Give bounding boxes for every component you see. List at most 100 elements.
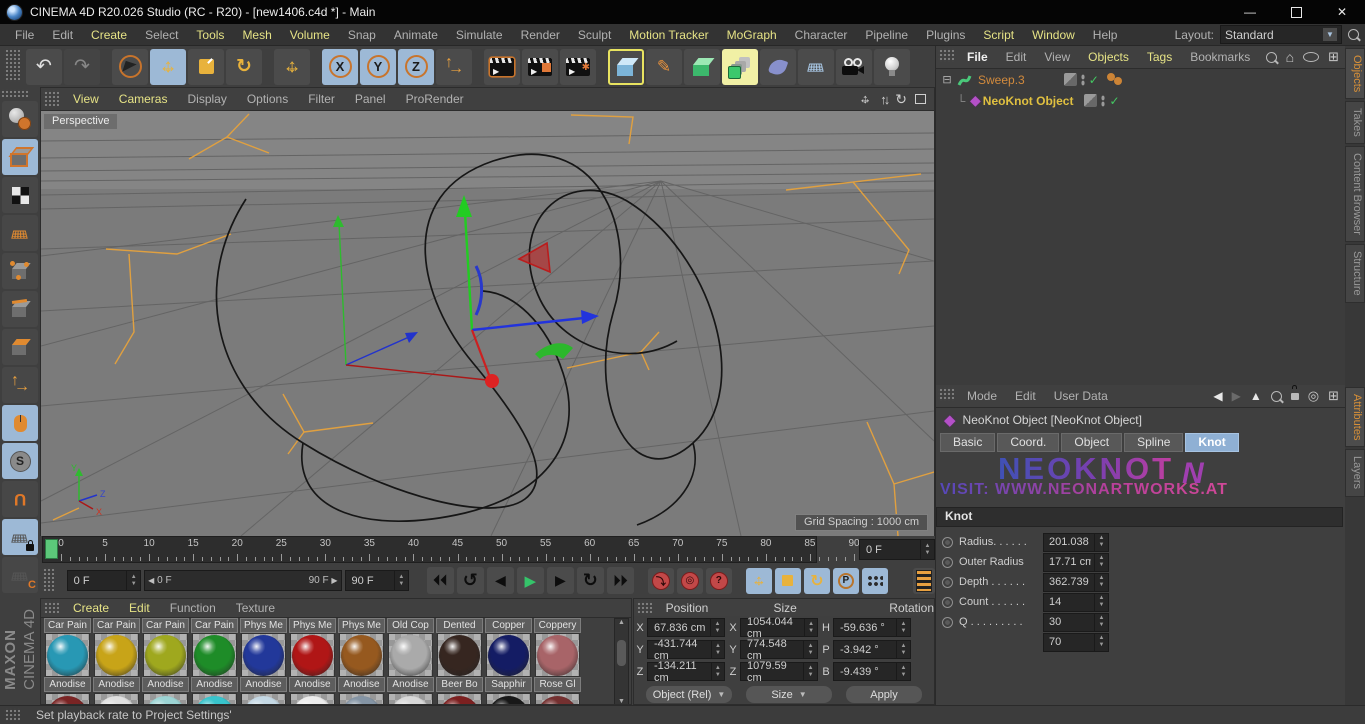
material-thumbnail[interactable] bbox=[241, 693, 286, 705]
menu-item[interactable]: Mesh bbox=[233, 28, 280, 42]
add-camera-button[interactable] bbox=[836, 49, 872, 85]
search-icon[interactable] bbox=[1266, 52, 1277, 63]
object-manager-menu-item[interactable]: Tags bbox=[1138, 50, 1181, 64]
attribute-grip[interactable] bbox=[938, 387, 954, 401]
stepper-icon[interactable]: ▲▼ bbox=[1094, 594, 1108, 611]
viewport-menu-item[interactable]: Display bbox=[177, 92, 236, 106]
keyframe-radio-icon[interactable] bbox=[942, 557, 953, 568]
add-panel-icon[interactable]: ⊞ bbox=[1328, 388, 1339, 404]
material-thumbnail[interactable] bbox=[437, 633, 482, 677]
size-mode-dropdown[interactable]: Size▼ bbox=[746, 686, 832, 703]
history-back-icon[interactable]: ◀ bbox=[1213, 389, 1222, 403]
material-item[interactable]: Car PainAnodise bbox=[43, 618, 92, 692]
play-button[interactable]: ▶ bbox=[517, 567, 544, 594]
viewport-move-icon[interactable]: ↔↕ bbox=[858, 92, 872, 106]
material-menu-item[interactable]: Create bbox=[63, 601, 119, 615]
last-tool[interactable]: ↔↕ bbox=[274, 49, 310, 85]
autokey-button[interactable]: ◎ bbox=[677, 568, 703, 594]
side-tab-objects[interactable]: Objects bbox=[1345, 48, 1365, 99]
add-deformer-button[interactable] bbox=[760, 49, 796, 85]
stepper-icon[interactable]: ▲▼ bbox=[1094, 574, 1108, 591]
stepper-icon[interactable]: ▲▼ bbox=[804, 619, 817, 636]
add-panel-icon[interactable]: ⊞ bbox=[1328, 49, 1339, 65]
add-cube-object-button[interactable] bbox=[608, 49, 644, 85]
tab-coord[interactable]: Coord. bbox=[997, 433, 1059, 452]
knot-section-header[interactable]: Knot bbox=[936, 507, 1343, 527]
camera-label[interactable]: Perspective bbox=[44, 114, 117, 129]
viewport-rotate-icon[interactable]: ↻ bbox=[895, 91, 907, 108]
play-forwards-button[interactable]: ↻ bbox=[577, 567, 604, 594]
edges-mode-button[interactable] bbox=[2, 291, 38, 327]
stepper-icon[interactable]: ▲▼ bbox=[896, 619, 910, 636]
stepper-icon[interactable]: ▲▼ bbox=[711, 641, 724, 658]
menu-item[interactable]: Volume bbox=[281, 28, 339, 42]
material-item[interactable] bbox=[386, 693, 435, 705]
tab-spline[interactable]: Spline bbox=[1124, 433, 1183, 452]
position-input[interactable]: 67.836 cm▲▼ bbox=[647, 618, 725, 637]
model-mode-button[interactable] bbox=[2, 139, 38, 175]
menu-item[interactable]: Script bbox=[974, 28, 1023, 42]
size-input[interactable]: 1054.044 cm▲▼ bbox=[740, 618, 818, 637]
tab-object[interactable]: Object bbox=[1061, 433, 1122, 452]
stepper-icon[interactable]: ▲▼ bbox=[1094, 614, 1108, 631]
rotation-field[interactable]: -59.636 °▲▼ bbox=[833, 618, 911, 637]
goto-end-button[interactable]: ⏵⏵ bbox=[607, 567, 634, 594]
material-item[interactable] bbox=[190, 693, 239, 705]
material-grip[interactable] bbox=[43, 601, 59, 613]
material-thumbnail[interactable] bbox=[45, 693, 90, 705]
menu-item[interactable]: Motion Tracker bbox=[620, 28, 717, 42]
material-thumbnail[interactable] bbox=[290, 633, 335, 677]
material-item[interactable]: CopperyRose Gl bbox=[533, 618, 582, 692]
parameter-field[interactable]: 17.71 cm▲▼ bbox=[1043, 553, 1109, 572]
current-frame-marker[interactable] bbox=[45, 539, 58, 559]
toolbar-grip[interactable] bbox=[4, 48, 20, 82]
search-icon[interactable] bbox=[1348, 29, 1359, 40]
key-position-button[interactable]: ↔↕ bbox=[746, 568, 772, 594]
material-item[interactable]: Phys MeAnodise bbox=[288, 618, 337, 692]
menu-item[interactable]: File bbox=[6, 28, 43, 42]
minimize-button[interactable]: — bbox=[1227, 0, 1273, 24]
range-start-field[interactable]: 0 F▲▼ bbox=[67, 570, 142, 591]
magnet-snap-button[interactable]: U bbox=[2, 481, 38, 517]
viewport-toggle-icon[interactable] bbox=[915, 94, 926, 104]
collapse-icon[interactable]: ⊟ bbox=[940, 73, 954, 86]
stepper-icon[interactable]: ▲▼ bbox=[896, 641, 910, 658]
maximize-button[interactable] bbox=[1273, 0, 1319, 24]
parent-object-icon[interactable]: ▲ bbox=[1250, 389, 1262, 403]
material-thumbnail[interactable] bbox=[339, 633, 384, 677]
material-item[interactable]: DentedBeer Bo bbox=[435, 618, 484, 692]
material-item[interactable]: Old CopAnodise bbox=[386, 618, 435, 692]
enabled-check-icon[interactable]: ✓ bbox=[1109, 94, 1119, 108]
material-item[interactable] bbox=[92, 693, 141, 705]
parameter-input[interactable]: 30▲▼ bbox=[1043, 613, 1109, 632]
material-item[interactable] bbox=[337, 693, 386, 705]
side-tab-content-browser[interactable]: Content Browser bbox=[1345, 146, 1365, 242]
lock-icon[interactable] bbox=[1291, 389, 1299, 403]
y-axis-lock[interactable]: Y bbox=[360, 49, 396, 85]
points-mode-button[interactable] bbox=[2, 253, 38, 289]
menu-item[interactable]: Plugins bbox=[917, 28, 974, 42]
menu-item[interactable]: Render bbox=[512, 28, 569, 42]
material-item[interactable]: Car PainAnodise bbox=[141, 618, 190, 692]
polygons-mode-button[interactable] bbox=[2, 329, 38, 365]
material-thumbnail[interactable] bbox=[388, 633, 433, 677]
stepper-icon[interactable]: ▲▼ bbox=[1094, 634, 1108, 651]
menu-item[interactable]: Snap bbox=[339, 28, 385, 42]
make-editable-button[interactable] bbox=[2, 101, 38, 137]
rotation-field[interactable]: -3.942 °▲▼ bbox=[833, 640, 911, 659]
range-end-field[interactable]: 90 F▲▼ bbox=[345, 570, 409, 591]
history-forward-icon[interactable]: ▶ bbox=[1232, 389, 1241, 403]
current-frame-field[interactable]: 0 F▲▼ bbox=[859, 539, 935, 560]
play-backwards-button[interactable]: ↺ bbox=[457, 567, 484, 594]
render-picture-viewer-button[interactable] bbox=[522, 49, 558, 85]
side-tab-layers[interactable]: Layers bbox=[1345, 449, 1365, 496]
material-thumbnail[interactable] bbox=[94, 693, 139, 705]
material-thumbnail[interactable] bbox=[192, 633, 237, 677]
visibility-dots[interactable] bbox=[1081, 74, 1085, 86]
parameter-input[interactable]: 70▲▼ bbox=[1043, 633, 1109, 652]
material-thumbnail[interactable] bbox=[290, 693, 335, 705]
keyframe-radio-icon[interactable] bbox=[942, 577, 953, 588]
stepper-icon[interactable]: ▲▼ bbox=[1094, 534, 1108, 551]
menu-item[interactable]: Animate bbox=[385, 28, 447, 42]
home-icon[interactable]: ⌂ bbox=[1286, 49, 1294, 65]
